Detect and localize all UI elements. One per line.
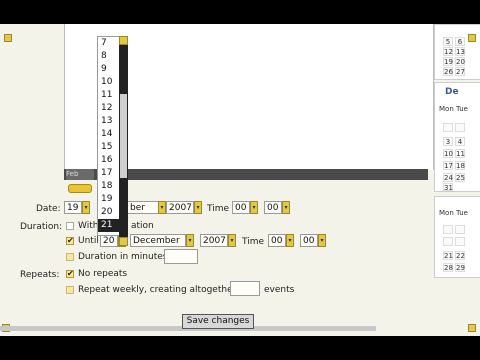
cal-day[interactable] <box>443 237 453 246</box>
dropdown-option-selected[interactable]: 21 <box>98 219 120 232</box>
until-minute-arrow-icon[interactable]: ▾ <box>318 234 326 247</box>
cal-day[interactable]: 27 <box>455 67 465 76</box>
dropdown-option[interactable]: 14 <box>98 128 120 141</box>
scroll-up-icon[interactable] <box>468 34 476 42</box>
repeat-count-input[interactable] <box>230 281 260 296</box>
dropdown-scrollbar[interactable] <box>119 36 128 246</box>
cal-weekday-header: Mon Tue <box>439 105 468 113</box>
dropdown-option[interactable]: 10 <box>98 76 120 89</box>
cal-day[interactable]: 29 <box>455 263 465 272</box>
dropdown-option[interactable]: 19 <box>98 193 120 206</box>
cal-day[interactable]: 12 <box>443 47 453 56</box>
cal-day[interactable]: 26 <box>443 67 453 76</box>
save-changes-button[interactable]: Save changes <box>182 314 254 329</box>
dropdown-option[interactable]: 9 <box>98 63 120 76</box>
until-time-label: Time <box>242 237 265 247</box>
cal-weekday-header: Mon Tue <box>439 209 468 217</box>
cal-day[interactable]: 17 <box>443 161 453 170</box>
no-repeats-radio[interactable]: ✔ <box>66 270 74 278</box>
mini-calendar-november: 5 6 12 13 19 20 26 27 <box>434 24 480 80</box>
mini-calendar-january: Mon Tue 21 22 28 29 <box>434 196 480 278</box>
no-repeats-label: No repeats <box>78 269 128 279</box>
cal-day[interactable]: 22 <box>455 251 465 260</box>
cal-day[interactable] <box>455 123 465 132</box>
dropdown-option[interactable]: 11 <box>98 89 120 102</box>
cal-day[interactable]: 4 <box>455 137 465 146</box>
editor-toggle-button[interactable] <box>68 184 92 193</box>
dropdown-option[interactable]: 13 <box>98 115 120 128</box>
day-dropdown-list[interactable]: 7 8 9 10 11 12 13 14 15 16 17 18 19 20 2… <box>97 36 121 236</box>
until-month-arrow-icon[interactable]: ▾ <box>186 234 194 247</box>
scroll-thumb[interactable] <box>120 94 127 178</box>
duration-label: Duration: <box>20 222 63 232</box>
until-minute-select[interactable]: 00 <box>300 234 318 247</box>
cal-day[interactable]: 3 <box>443 137 453 146</box>
cal-day[interactable]: 6 <box>455 37 465 46</box>
dropdown-option[interactable]: 20 <box>98 206 120 219</box>
dropdown-option[interactable]: 15 <box>98 141 120 154</box>
until-hour-arrow-icon[interactable]: ▾ <box>286 234 294 247</box>
repeat-weekly-checkbox[interactable] <box>66 286 74 294</box>
cal-day[interactable]: 10 <box>443 149 453 158</box>
until-month-select[interactable]: December <box>130 234 186 247</box>
until-radio[interactable]: ✔ <box>66 237 74 245</box>
date-year-arrow-icon[interactable]: ▾ <box>194 201 202 214</box>
dropdown-option[interactable]: 16 <box>98 154 120 167</box>
cal-month-title[interactable]: De <box>445 87 459 97</box>
repeats-label: Repeats: <box>20 270 60 280</box>
duration-minutes-radio[interactable] <box>66 253 74 261</box>
without-duration-radio[interactable] <box>66 222 74 230</box>
scroll-up-arrow-icon[interactable] <box>119 36 128 45</box>
cal-day[interactable]: 31 <box>443 183 453 192</box>
scroll-top-left-icon[interactable] <box>4 34 12 42</box>
calendar-event-editor: Feb Date: 19 ▾ ber ▾ 2007 ▾ Time 00 ▾ 00… <box>0 24 480 336</box>
date-day-select[interactable]: 19 <box>64 201 82 214</box>
until-year-select[interactable]: 2007 <box>200 234 228 247</box>
cal-day[interactable]: 11 <box>455 149 465 158</box>
until-label: Until <box>78 236 99 246</box>
date-hour-select[interactable]: 00 <box>232 201 250 214</box>
without-duration-label: With <box>78 221 99 231</box>
events-label: events <box>264 285 295 295</box>
date-day-arrow-icon[interactable]: ▾ <box>82 201 90 214</box>
dropdown-option[interactable]: 18 <box>98 180 120 193</box>
date-month-arrow-icon[interactable]: ▾ <box>158 201 166 214</box>
cal-day[interactable] <box>455 225 465 234</box>
dropdown-option[interactable]: 8 <box>98 50 120 63</box>
cal-day[interactable]: 19 <box>443 57 453 66</box>
scroll-down-arrow-icon[interactable] <box>119 237 128 246</box>
cal-day[interactable]: 25 <box>455 173 465 182</box>
cal-day[interactable]: 13 <box>455 47 465 56</box>
date-hour-arrow-icon[interactable]: ▾ <box>250 201 258 214</box>
cal-day[interactable]: 5 <box>443 37 453 46</box>
cal-day[interactable]: 20 <box>455 57 465 66</box>
cal-day[interactable]: 28 <box>443 263 453 272</box>
dropdown-option[interactable]: 17 <box>98 167 120 180</box>
mini-calendar-december: De Mon Tue 3 4 10 11 17 18 24 25 31 <box>434 82 480 192</box>
date-time-label: Time <box>207 204 230 214</box>
cal-day[interactable] <box>455 237 465 246</box>
date-month-select[interactable]: ber <box>128 201 160 214</box>
repeat-weekly-label: Repeat weekly, creating altogether <box>78 285 237 295</box>
cal-day[interactable]: 18 <box>455 161 465 170</box>
cal-day[interactable] <box>443 123 453 132</box>
dropdown-option[interactable]: 7 <box>98 37 120 50</box>
cal-day[interactable]: 21 <box>443 251 453 260</box>
status-label: Feb <box>66 169 94 180</box>
until-hour-select[interactable]: 00 <box>268 234 286 247</box>
cal-day[interactable] <box>443 225 453 234</box>
duration-minutes-label: Duration in minutes <box>78 252 168 262</box>
duration-minutes-input[interactable] <box>164 249 198 264</box>
date-minute-arrow-icon[interactable]: ▾ <box>282 201 290 214</box>
date-minute-select[interactable]: 00 <box>264 201 282 214</box>
cal-day[interactable]: 24 <box>443 173 453 182</box>
until-year-arrow-icon[interactable]: ▾ <box>228 234 236 247</box>
dropdown-option[interactable]: 12 <box>98 102 120 115</box>
date-year-select[interactable]: 2007 <box>166 201 194 214</box>
scroll-right-icon[interactable] <box>468 324 476 332</box>
without-duration-label-tail: ation <box>131 221 154 231</box>
date-label: Date: <box>36 204 61 214</box>
